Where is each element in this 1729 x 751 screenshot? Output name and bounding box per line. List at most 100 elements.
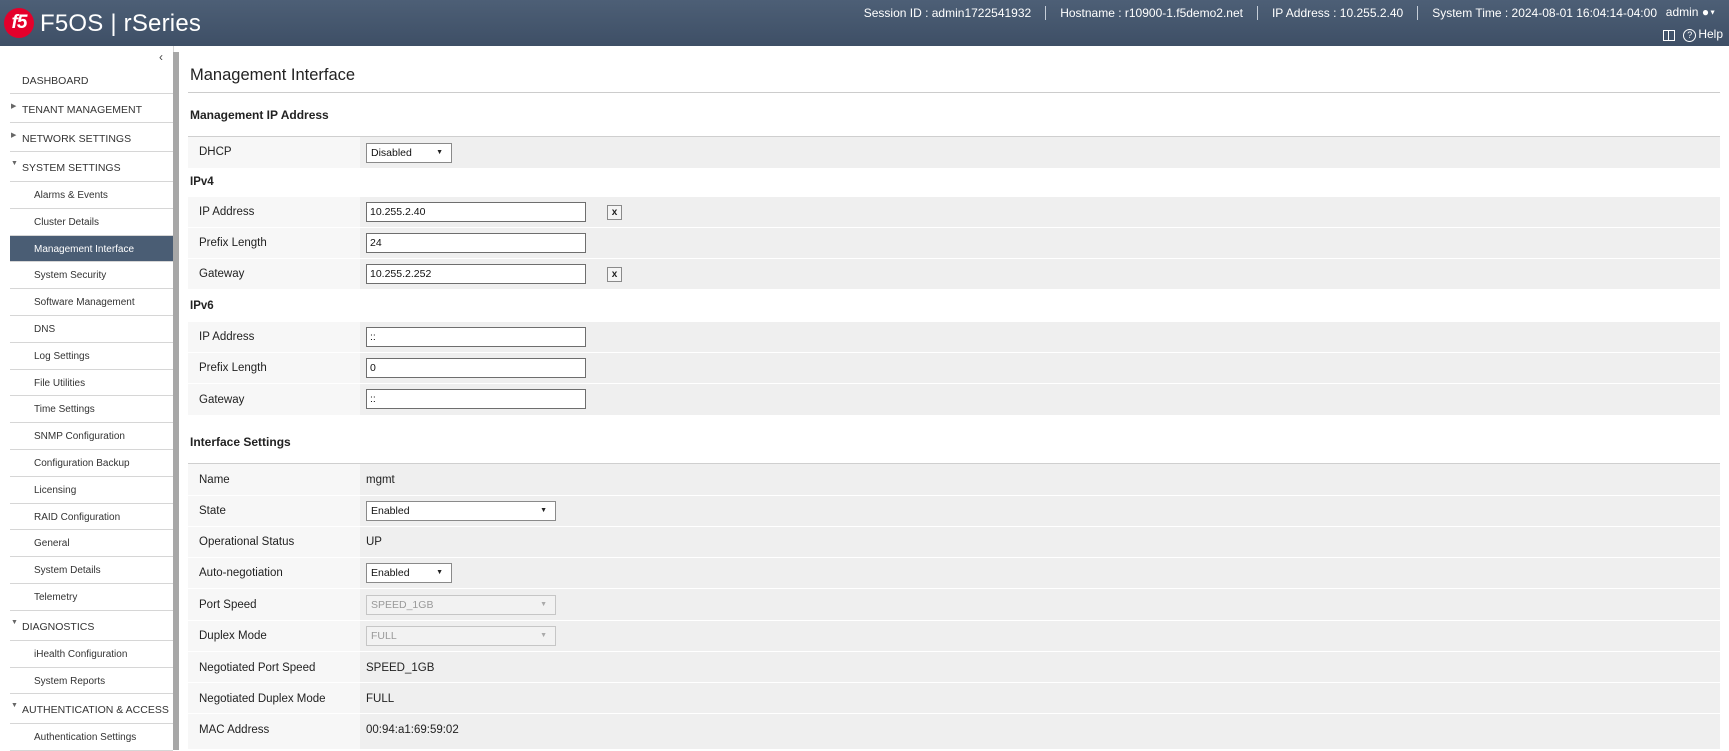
sidebar-item-file-utilities[interactable]: File Utilities (10, 370, 173, 397)
sidebar-item-tenant-management[interactable]: ▶ TENANT MANAGEMENT (10, 94, 173, 123)
sidebar-item-label: SNMP Configuration (34, 431, 125, 443)
auto-negotiation-select-value: Enabled (371, 567, 410, 579)
ipv4-ip-input[interactable]: 10.255.2.40 (366, 202, 586, 222)
ipv6-gateway-row: Gateway :: (188, 384, 1720, 416)
sidebar-item-general[interactable]: General (10, 530, 173, 558)
interface-state-row: State Enabled ▼ (188, 496, 1720, 527)
ipv6-heading: IPv6 (190, 300, 214, 312)
book-icon[interactable] (1663, 29, 1676, 41)
sidebar-item-authentication-access[interactable]: ▼ AUTHENTICATION & ACCESS (10, 694, 173, 725)
sidebar-item-configuration-backup[interactable]: Configuration Backup (10, 450, 173, 477)
ipv6-gateway-label: Gateway (199, 394, 245, 406)
mac-address-row: MAC Address 00:94:a1:69:59:02 (188, 714, 1720, 750)
sidebar-item-snmp-configuration[interactable]: SNMP Configuration (10, 423, 173, 450)
sidebar-item-label: Time Settings (34, 404, 95, 416)
sidebar-item-system-security[interactable]: System Security (10, 262, 173, 290)
ipv4-gateway-row: Gateway 10.255.2.252 x (188, 259, 1720, 290)
sidebar-item-time-settings[interactable]: Time Settings (10, 396, 173, 424)
sidebar-item-label: General (34, 538, 70, 550)
dhcp-select-value: Disabled (371, 147, 412, 159)
sidebar-item-software-management[interactable]: Software Management (10, 289, 173, 316)
sidebar-item-system-details[interactable]: System Details (10, 557, 173, 584)
duplex-mode-select: FULL ▼ (366, 626, 556, 646)
port-speed-select: SPEED_1GB ▼ (366, 595, 556, 615)
help-link[interactable]: ? Help (1683, 27, 1723, 42)
ipv4-gateway-input[interactable]: 10.255.2.252 (366, 264, 586, 284)
sidebar-item-label: Log Settings (34, 350, 90, 362)
sidebar-item-cluster-details[interactable]: Cluster Details (10, 209, 173, 236)
sidebar-item-alarms-events[interactable]: Alarms & Events (10, 182, 173, 209)
sidebar-item-raid-configuration[interactable]: RAID Configuration (10, 504, 173, 531)
interface-state-select[interactable]: Enabled ▼ (366, 501, 556, 521)
session-id: Session ID : admin1722541932 (863, 6, 1032, 20)
sidebar-item-network-settings[interactable]: ▶ NETWORK SETTINGS (10, 123, 173, 152)
sidebar-item-label: File Utilities (34, 377, 86, 389)
sidebar-scrollbar[interactable] (173, 52, 179, 750)
sidebar: ‹ DASHBOARD ▶ TENANT MANAGEMENT ▶ NETWOR… (0, 46, 174, 751)
sidebar-item-dns[interactable]: DNS (10, 316, 173, 343)
sidebar-item-system-settings[interactable]: ▼ SYSTEM SETTINGS (10, 152, 173, 182)
port-speed-select-value: SPEED_1GB (371, 599, 434, 611)
sidebar-item-diagnostics[interactable]: ▼ DIAGNOSTICS (10, 611, 173, 641)
ipv6-ip-input[interactable]: :: (366, 327, 586, 347)
user-menu[interactable]: admin ●▼ (1666, 5, 1716, 19)
dropdown-arrow-icon: ▼ (540, 507, 547, 514)
ipv4-ip-clear-button[interactable]: x (607, 205, 622, 220)
negotiated-port-speed-label: Negotiated Port Speed (199, 662, 316, 674)
session-info: Session ID : admin1722541932 Hostname : … (850, 6, 1671, 20)
sidebar-item-label: System Reports (34, 675, 106, 687)
sidebar-item-ihealth-configuration[interactable]: iHealth Configuration (10, 641, 173, 668)
dhcp-select[interactable]: Disabled ▼ (366, 143, 452, 163)
ipv4-gateway-clear-button[interactable]: x (607, 267, 622, 282)
ipv4-prefix-row: Prefix Length 24 (188, 228, 1720, 259)
ipv4-heading: IPv4 (190, 176, 214, 188)
ipv6-ip-row: IP Address :: (188, 322, 1720, 353)
user-name: admin (1665, 5, 1699, 19)
chevron-right-icon: ▶ (11, 103, 17, 110)
negotiated-duplex-mode-row: Negotiated Duplex Mode FULL (188, 683, 1720, 714)
duplex-mode-label: Duplex Mode (199, 630, 267, 642)
duplex-mode-select-value: FULL (371, 630, 397, 642)
dropdown-arrow-icon: ▼ (540, 632, 547, 639)
system-time: System Time : 2024-08-01 16:04:14-04:00 (1417, 6, 1671, 20)
interface-state-select-value: Enabled (371, 505, 410, 517)
interface-name-label: Name (199, 474, 230, 486)
dropdown-arrow-icon: ▼ (540, 601, 547, 608)
auto-negotiation-row: Auto-negotiation Enabled ▼ (188, 558, 1720, 589)
sidebar-item-dashboard[interactable]: DASHBOARD (10, 65, 173, 94)
sidebar-item-label: TENANT MANAGEMENT (22, 104, 142, 116)
main-content: Management Interface Management IP Addre… (182, 46, 1720, 750)
sidebar-item-label: DIAGNOSTICS (22, 620, 95, 633)
sidebar-item-authentication-settings[interactable]: Authentication Settings (10, 724, 173, 751)
divider (188, 92, 1720, 93)
ipv6-prefix-input[interactable]: 0 (366, 358, 586, 378)
duplex-mode-row: Duplex Mode FULL ▼ (188, 621, 1720, 652)
sidebar-item-label: System Security (34, 270, 107, 282)
section-heading-interface-settings: Interface Settings (190, 435, 291, 449)
sidebar-item-label: AUTHENTICATION & ACCESS (22, 704, 169, 717)
dhcp-label: DHCP (199, 146, 232, 158)
sidebar-item-system-reports[interactable]: System Reports (10, 668, 173, 695)
sidebar-item-log-settings[interactable]: Log Settings (10, 343, 173, 370)
ipv4-ip-row: IP Address 10.255.2.40 x (188, 197, 1720, 228)
sidebar-nav: DASHBOARD ▶ TENANT MANAGEMENT ▶ NETWORK … (0, 65, 173, 751)
port-speed-label: Port Speed (199, 599, 257, 611)
sidebar-item-management-interface[interactable]: Management Interface (10, 235, 173, 263)
auto-negotiation-select[interactable]: Enabled ▼ (366, 563, 452, 583)
sidebar-item-label: Licensing (34, 484, 77, 496)
ipv4-ip-label: IP Address (199, 206, 255, 218)
sidebar-item-telemetry[interactable]: Telemetry (10, 584, 173, 611)
f5-logo[interactable]: f5 (4, 8, 34, 38)
chevron-down-icon: ▼ (11, 160, 18, 167)
ipv6-gateway-input[interactable]: :: (366, 389, 586, 409)
ipv6-prefix-row: Prefix Length 0 (188, 353, 1720, 384)
ipv4-prefix-label: Prefix Length (199, 237, 267, 249)
sidebar-item-label: SYSTEM SETTINGS (22, 162, 121, 174)
collapse-sidebar-icon[interactable]: ‹ (159, 50, 163, 64)
sidebar-item-label: System Details (34, 565, 101, 577)
sidebar-item-licensing[interactable]: Licensing (10, 477, 173, 504)
header-tools: ? Help (1663, 27, 1723, 42)
ipv4-prefix-input[interactable]: 24 (366, 233, 586, 253)
help-label: Help (1698, 27, 1723, 41)
auto-negotiation-label: Auto-negotiation (199, 567, 283, 579)
